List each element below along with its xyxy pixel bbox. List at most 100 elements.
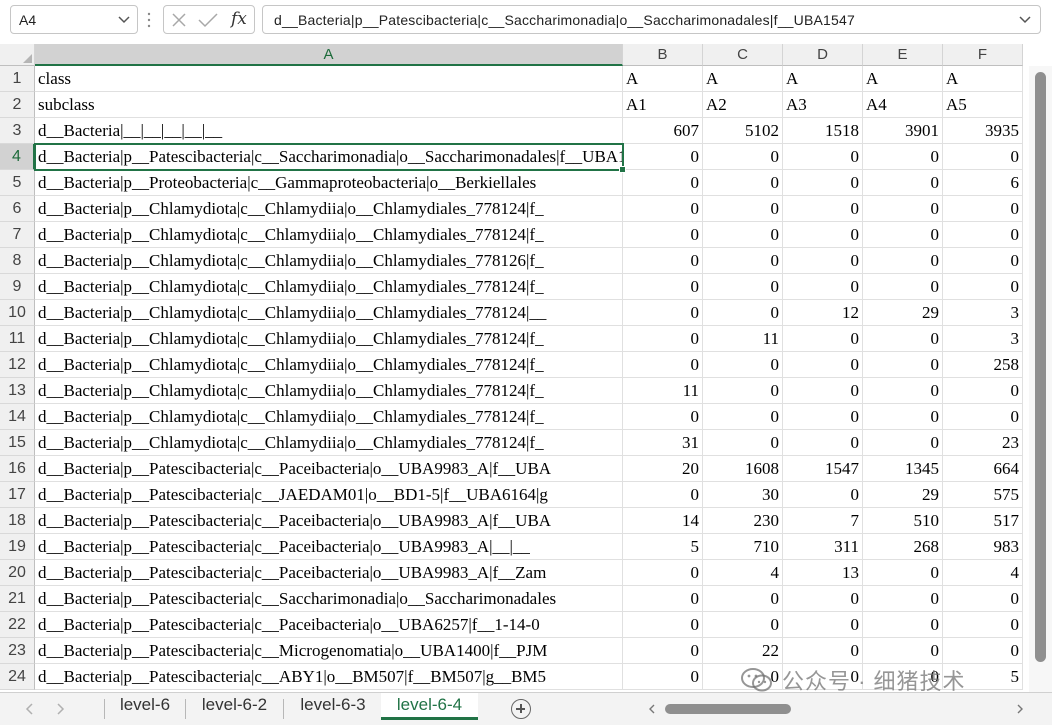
cell-b8[interactable]: 0	[623, 248, 703, 274]
cell-b21[interactable]: 0	[623, 586, 703, 612]
cell-d21[interactable]: 0	[783, 586, 863, 612]
row-header[interactable]: 10	[0, 300, 35, 326]
cell-b23[interactable]: 0	[623, 638, 703, 664]
cell-d23[interactable]: 0	[783, 638, 863, 664]
cell-d5[interactable]: 0	[783, 170, 863, 196]
row-header[interactable]: 2	[0, 92, 35, 118]
horizontal-scrollbar-thumb[interactable]	[665, 704, 791, 714]
cell-e16[interactable]: 1345	[863, 456, 943, 482]
cell-f13[interactable]: 0	[943, 378, 1023, 404]
cell-c12[interactable]: 0	[703, 352, 783, 378]
cell-c3[interactable]: 5102	[703, 118, 783, 144]
cell-b4[interactable]: 0	[623, 144, 703, 170]
drag-handle-icon[interactable]	[146, 10, 152, 30]
cell-c7[interactable]: 0	[703, 222, 783, 248]
cell-a22[interactable]: d__Bacteria|p__Patescibacteria|c__Paceib…	[35, 612, 623, 638]
chevron-down-icon[interactable]	[117, 12, 131, 26]
vertical-scrollbar[interactable]	[1029, 66, 1052, 692]
cell-b10[interactable]: 0	[623, 300, 703, 326]
cell-a2[interactable]: subclass	[35, 92, 623, 118]
cell-e7[interactable]: 0	[863, 222, 943, 248]
cell-d6[interactable]: 0	[783, 196, 863, 222]
cell-a4[interactable]: d__Bacteria|p__Patescibacteria|c__Saccha…	[35, 144, 623, 170]
cell-a10[interactable]: d__Bacteria|p__Chlamydiota|c__Chlamydiia…	[35, 300, 623, 326]
cell-a17[interactable]: d__Bacteria|p__Patescibacteria|c__JAEDAM…	[35, 482, 623, 508]
row-header[interactable]: 7	[0, 222, 35, 248]
cell-a15[interactable]: d__Bacteria|p__Chlamydiota|c__Chlamydiia…	[35, 430, 623, 456]
cell-e11[interactable]: 0	[863, 326, 943, 352]
formula-input[interactable]: d__Bacteria|p__Patescibacteria|c__Saccha…	[262, 5, 1041, 34]
cell-f15[interactable]: 23	[943, 430, 1023, 456]
column-header-e[interactable]: E	[863, 44, 943, 66]
cell-a1[interactable]: class	[35, 66, 623, 92]
row-header[interactable]: 20	[0, 560, 35, 586]
cell-c13[interactable]: 0	[703, 378, 783, 404]
cell-c20[interactable]: 4	[703, 560, 783, 586]
cell-c21[interactable]: 0	[703, 586, 783, 612]
cell-a8[interactable]: d__Bacteria|p__Chlamydiota|c__Chlamydiia…	[35, 248, 623, 274]
cell-c5[interactable]: 0	[703, 170, 783, 196]
cell-a16[interactable]: d__Bacteria|p__Patescibacteria|c__Paceib…	[35, 456, 623, 482]
cell-d4[interactable]: 0	[783, 144, 863, 170]
cell-c4[interactable]: 0	[703, 144, 783, 170]
cell-b11[interactable]: 0	[623, 326, 703, 352]
cell-f5[interactable]: 6	[943, 170, 1023, 196]
cell-d20[interactable]: 13	[783, 560, 863, 586]
fx-icon[interactable]: fx	[231, 9, 247, 29]
row-header[interactable]: 4	[0, 144, 35, 170]
cell-f16[interactable]: 664	[943, 456, 1023, 482]
cell-b2[interactable]: A1	[623, 92, 703, 118]
cell-b15[interactable]: 31	[623, 430, 703, 456]
row-header[interactable]: 5	[0, 170, 35, 196]
tab-level-6-2[interactable]: level-6-2	[187, 693, 282, 720]
cell-e1[interactable]: A	[863, 66, 943, 92]
cell-e15[interactable]: 0	[863, 430, 943, 456]
row-header[interactable]: 12	[0, 352, 35, 378]
cell-a11[interactable]: d__Bacteria|p__Chlamydiota|c__Chlamydiia…	[35, 326, 623, 352]
cell-f2[interactable]: A5	[943, 92, 1023, 118]
column-header-f[interactable]: F	[943, 44, 1023, 66]
cell-f20[interactable]: 4	[943, 560, 1023, 586]
cell-b20[interactable]: 0	[623, 560, 703, 586]
cell-e9[interactable]: 0	[863, 274, 943, 300]
cell-a6[interactable]: d__Bacteria|p__Chlamydiota|c__Chlamydiia…	[35, 196, 623, 222]
cell-c1[interactable]: A	[703, 66, 783, 92]
row-header[interactable]: 21	[0, 586, 35, 612]
close-icon[interactable]	[171, 12, 187, 28]
row-header[interactable]: 23	[0, 638, 35, 664]
name-box[interactable]: A4	[10, 5, 138, 34]
cell-c23[interactable]: 22	[703, 638, 783, 664]
row-header[interactable]: 15	[0, 430, 35, 456]
row-header[interactable]: 6	[0, 196, 35, 222]
cell-d1[interactable]: A	[783, 66, 863, 92]
check-icon[interactable]	[198, 12, 218, 28]
cell-d15[interactable]: 0	[783, 430, 863, 456]
cell-c2[interactable]: A2	[703, 92, 783, 118]
cell-e17[interactable]: 29	[863, 482, 943, 508]
column-header-c[interactable]: C	[703, 44, 783, 66]
cell-e12[interactable]: 0	[863, 352, 943, 378]
cell-d11[interactable]: 0	[783, 326, 863, 352]
cell-d2[interactable]: A3	[783, 92, 863, 118]
row-header[interactable]: 11	[0, 326, 35, 352]
cell-d22[interactable]: 0	[783, 612, 863, 638]
row-header[interactable]: 18	[0, 508, 35, 534]
row-header[interactable]: 17	[0, 482, 35, 508]
cell-c22[interactable]: 0	[703, 612, 783, 638]
cell-c14[interactable]: 0	[703, 404, 783, 430]
cell-f12[interactable]: 258	[943, 352, 1023, 378]
cell-c6[interactable]: 0	[703, 196, 783, 222]
cell-f1[interactable]: A	[943, 66, 1023, 92]
cell-f3[interactable]: 3935	[943, 118, 1023, 144]
vertical-scrollbar-thumb[interactable]	[1035, 72, 1046, 662]
cell-d19[interactable]: 311	[783, 534, 863, 560]
plus-circle-icon[interactable]	[511, 699, 531, 719]
cell-d14[interactable]: 0	[783, 404, 863, 430]
cell-a24[interactable]: d__Bacteria|p__Patescibacteria|c__ABY1|o…	[35, 664, 623, 690]
cell-b18[interactable]: 14	[623, 508, 703, 534]
cell-d12[interactable]: 0	[783, 352, 863, 378]
cell-a13[interactable]: d__Bacteria|p__Chlamydiota|c__Chlamydiia…	[35, 378, 623, 404]
cell-b5[interactable]: 0	[623, 170, 703, 196]
cell-e22[interactable]: 0	[863, 612, 943, 638]
row-header[interactable]: 14	[0, 404, 35, 430]
